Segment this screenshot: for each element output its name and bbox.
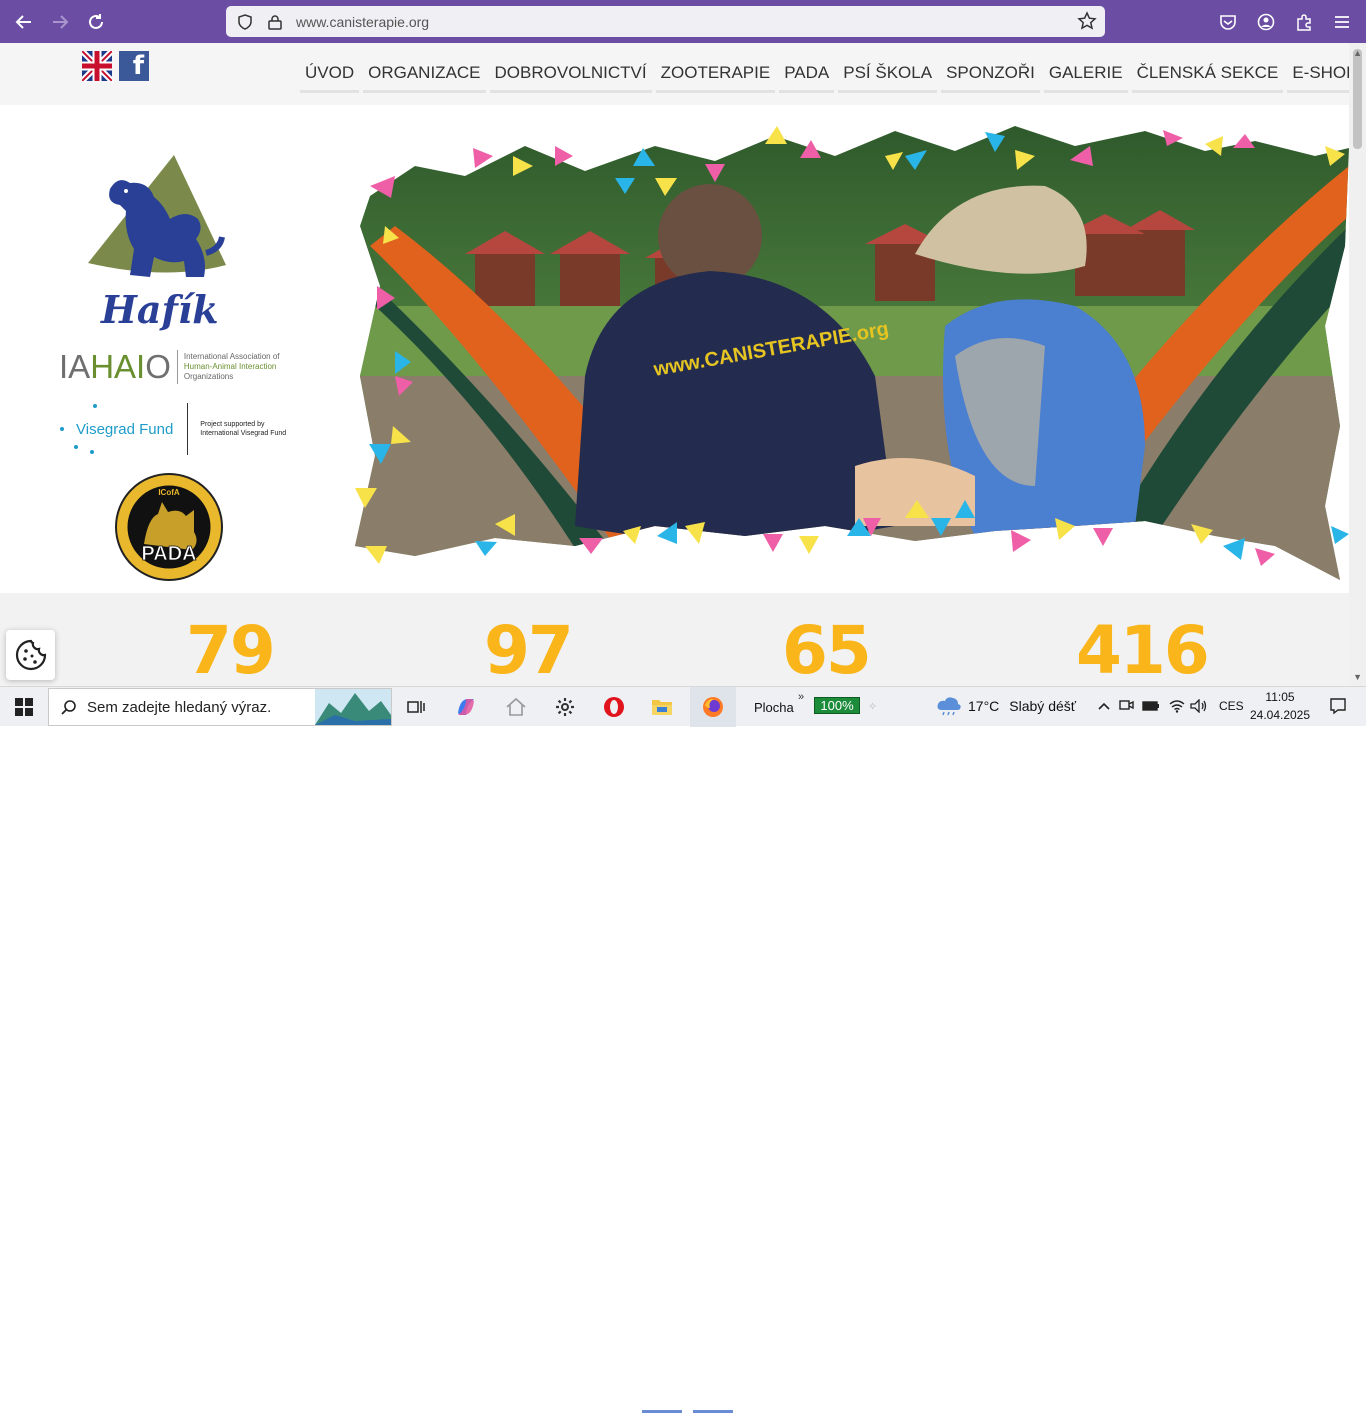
- stat-number: 416: [1076, 612, 1208, 689]
- notifications-icon[interactable]: [1318, 686, 1358, 726]
- extensions-icon[interactable]: [1288, 4, 1320, 40]
- wifi-icon[interactable]: [1166, 686, 1188, 726]
- taskbar-search-box[interactable]: Sem zadejte hledaný výraz.: [48, 688, 392, 726]
- main-menu: ÚVOD ORGANIZACE DOBROVOLNICTVÍ ZOOTERAPI…: [300, 61, 1366, 100]
- pada-top-text: ICofA: [158, 488, 180, 497]
- lock-icon[interactable]: [266, 13, 284, 31]
- menu-item-galerie[interactable]: GALERIE: [1044, 61, 1128, 93]
- menu-item-pada[interactable]: PADA: [779, 61, 834, 93]
- stat-number: 65: [782, 612, 870, 689]
- partner-logos: Hafík IAHAIO International Association o…: [0, 105, 350, 593]
- back-button[interactable]: [6, 4, 42, 40]
- pada-main-text: PADA: [141, 543, 196, 565]
- eshop-label: E-SHOP: [1292, 63, 1357, 82]
- scroll-up-icon[interactable]: ▲: [1353, 48, 1362, 58]
- stat-number: 97: [484, 612, 572, 689]
- visegrad-logo[interactable]: Visegrad Fund Project supported by Inter…: [58, 403, 286, 455]
- pada-logo-icon[interactable]: ICofA PADA: [114, 472, 224, 582]
- copilot-icon[interactable]: [446, 687, 486, 727]
- menu-item-sponzori[interactable]: SPONZOŘI: [941, 61, 1040, 93]
- sparkle-icon: ✧: [868, 686, 877, 726]
- iahaio-description: International Association of Human-Anima…: [184, 352, 280, 382]
- menu-item-zooterapie[interactable]: ZOOTERAPIE: [656, 61, 776, 93]
- input-language[interactable]: CES: [1219, 686, 1244, 726]
- cookie-icon: [15, 639, 47, 671]
- chevron-double-right-icon[interactable]: »: [798, 677, 804, 717]
- opera-icon[interactable]: [594, 687, 634, 727]
- menu-item-organizace[interactable]: ORGANIZACE: [363, 61, 485, 93]
- reload-button[interactable]: [78, 4, 114, 40]
- scrollbar-thumb[interactable]: [1353, 49, 1362, 149]
- meet-now-icon[interactable]: [1116, 686, 1136, 726]
- stat-number: 79: [186, 612, 274, 689]
- shield-icon[interactable]: [236, 13, 254, 31]
- firefox-icon[interactable]: [690, 687, 736, 727]
- weather-widget[interactable]: 17°C Slabý déšť: [936, 686, 1076, 726]
- taskbar-clock[interactable]: 11:05 24.04.2025: [1248, 688, 1312, 724]
- site-header: f ÚVOD ORGANIZACE DOBROVOLNICTVÍ ZOOTERA…: [0, 43, 1349, 105]
- weather-text: Slabý déšť: [1009, 698, 1076, 714]
- iahaio-wordmark: IAHAIO: [59, 348, 171, 386]
- hafik-logo-icon[interactable]: [86, 153, 228, 288]
- pocket-icon[interactable]: [1212, 4, 1244, 40]
- hafik-wordmark: Hafík: [101, 287, 219, 332]
- file-explorer-icon[interactable]: [642, 687, 682, 727]
- clock-time: 11:05: [1248, 688, 1312, 706]
- desktop-label[interactable]: Plocha: [754, 687, 794, 727]
- facebook-icon[interactable]: f: [119, 51, 149, 81]
- scroll-down-icon[interactable]: ▼: [1353, 672, 1362, 682]
- visegrad-divider: [187, 403, 188, 455]
- uk-flag-icon[interactable]: [82, 51, 112, 81]
- cookie-settings-button[interactable]: [6, 630, 55, 680]
- visegrad-description: Project supported by International Viseg…: [200, 420, 286, 438]
- iahaio-divider: [177, 350, 178, 384]
- forward-button[interactable]: [42, 4, 78, 40]
- url-text[interactable]: www.canisterapie.org: [296, 14, 429, 30]
- hero-photo: www.CANISTERAPIE.org: [355, 126, 1349, 580]
- battery-icon[interactable]: [1140, 686, 1162, 726]
- chevron-up-icon[interactable]: [1094, 686, 1114, 726]
- page-scrollbar[interactable]: [1349, 43, 1366, 686]
- menu-icon[interactable]: [1326, 4, 1358, 40]
- rain-cloud-icon: [936, 696, 962, 716]
- task-view-icon[interactable]: [396, 687, 436, 727]
- home-icon[interactable]: [496, 687, 536, 727]
- search-placeholder: Sem zadejte hledaný výraz.: [87, 699, 271, 716]
- menu-item-psi-skola[interactable]: PSÍ ŠKOLA: [838, 61, 937, 93]
- visegrad-wordmark: Visegrad Fund: [76, 421, 173, 438]
- browser-toolbar-right: [1212, 0, 1366, 43]
- clock-date: 24.04.2025: [1248, 706, 1312, 724]
- battery-indicator[interactable]: 100%: [814, 697, 860, 714]
- weather-temp: 17°C: [968, 698, 999, 714]
- address-bar[interactable]: www.canisterapie.org: [226, 6, 1105, 37]
- search-highlight-icon: [315, 689, 391, 725]
- menu-item-clenska-sekce[interactable]: ČLENSKÁ SEKCE: [1132, 61, 1284, 93]
- account-icon[interactable]: [1250, 4, 1282, 40]
- settings-gear-icon[interactable]: [545, 687, 585, 727]
- menu-item-uvod[interactable]: ÚVOD: [300, 61, 359, 93]
- bookmark-star-icon[interactable]: [1077, 11, 1097, 34]
- speaker-icon[interactable]: [1188, 686, 1210, 726]
- search-icon: [61, 699, 77, 715]
- windows-start-icon[interactable]: [4, 687, 44, 727]
- iahaio-logo[interactable]: IAHAIO International Association of Huma…: [59, 348, 280, 386]
- menu-item-dobrovolnictvi[interactable]: DOBROVOLNICTVÍ: [490, 61, 652, 93]
